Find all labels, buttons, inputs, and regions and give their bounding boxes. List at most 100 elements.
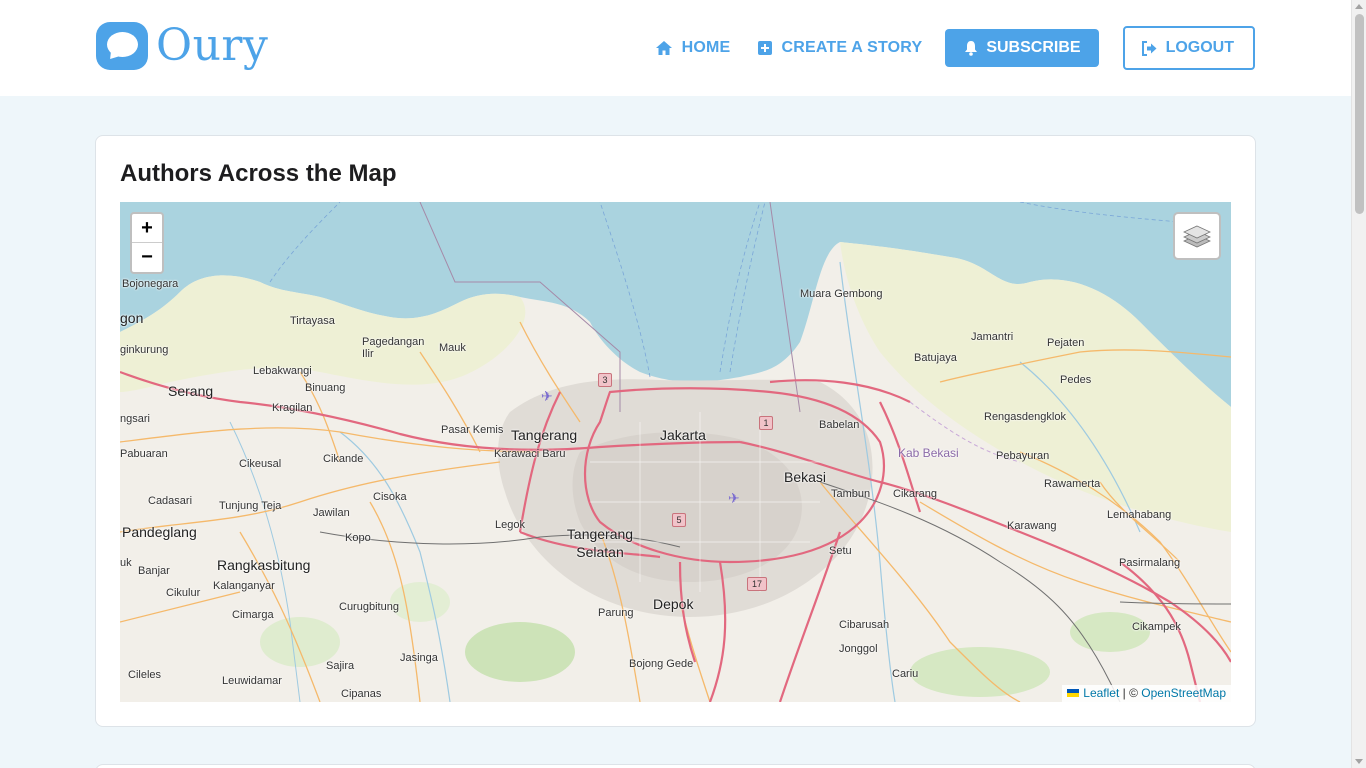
home-icon bbox=[655, 41, 672, 55]
place-label: Cariu bbox=[892, 668, 919, 680]
plus-square-icon bbox=[758, 41, 773, 55]
sign-out-icon bbox=[1141, 40, 1157, 56]
place-label: Karawaci Baru bbox=[494, 448, 566, 460]
place-label: Cipanas bbox=[341, 688, 382, 700]
place-label: Sajira bbox=[326, 660, 355, 672]
logout-button[interactable]: LOGOUT bbox=[1122, 26, 1255, 70]
subscribe-button[interactable]: SUBSCRIBE bbox=[945, 29, 1099, 67]
place-label: Leuwidamar bbox=[222, 675, 282, 687]
place-label: Bojonegara bbox=[122, 278, 179, 290]
place-label: Rengasdengklok bbox=[984, 411, 1066, 423]
zoom-control: + − bbox=[130, 212, 164, 274]
layers-control-button[interactable] bbox=[1173, 212, 1221, 260]
place-label: Cadasari bbox=[148, 495, 193, 507]
map-attribution: Leaflet | © OpenStreetMap bbox=[1062, 685, 1231, 702]
subscribe-label: SUBSCRIBE bbox=[986, 39, 1081, 56]
top-navbar: Oury HOME CREATE A STORY SUBSCRIBE LOGOU… bbox=[0, 0, 1351, 96]
place-label: Cimarga bbox=[232, 609, 274, 621]
place-label: Cikeusal bbox=[239, 458, 282, 470]
place-label: Setu bbox=[829, 545, 852, 557]
airport-icon: ✈ bbox=[728, 490, 740, 506]
place-label: Tambun bbox=[831, 488, 871, 500]
place-label: Kopo bbox=[345, 532, 371, 544]
authors-map-card: Authors Across the Map Bojonegara gon gi… bbox=[95, 135, 1256, 727]
place-label: Parung bbox=[598, 607, 634, 619]
brand-name: Oury bbox=[156, 20, 269, 71]
next-section-card bbox=[95, 764, 1256, 768]
scroll-up-arrow-icon[interactable] bbox=[1355, 4, 1363, 9]
nav-home-link[interactable]: HOME bbox=[655, 39, 731, 57]
nav-create-story-link[interactable]: CREATE A STORY bbox=[758, 39, 922, 57]
place-label: Batujaya bbox=[914, 352, 957, 364]
scrollbar-thumb[interactable] bbox=[1355, 14, 1364, 214]
road-shield: 17 bbox=[747, 577, 767, 591]
place-label: Rawamerta bbox=[1044, 478, 1101, 490]
place-label: Cikarang bbox=[893, 488, 938, 500]
layers-icon bbox=[1183, 225, 1211, 248]
authors-map[interactable]: Bojonegara gon ginkurung Serang ngsari P… bbox=[120, 202, 1231, 702]
place-label: Mauk bbox=[439, 342, 466, 354]
map-tiles bbox=[120, 202, 1231, 702]
place-label: Cisoka bbox=[373, 491, 407, 503]
zoom-in-button[interactable]: + bbox=[132, 214, 162, 243]
place-label: Depok bbox=[653, 596, 694, 612]
openstreetmap-link[interactable]: OpenStreetMap bbox=[1141, 686, 1226, 700]
page-scrollbar[interactable] bbox=[1351, 0, 1366, 768]
place-label: Legok bbox=[495, 519, 525, 531]
place-label: ngsari bbox=[120, 413, 150, 425]
airport-icon: ✈ bbox=[541, 388, 553, 404]
road-shield: 3 bbox=[598, 373, 612, 387]
leaflet-link[interactable]: Leaflet bbox=[1083, 686, 1119, 700]
place-label: Pabuaran bbox=[120, 448, 168, 460]
place-label: Jakarta bbox=[660, 427, 706, 443]
place-label: Pandeglang bbox=[122, 524, 197, 540]
place-label: Tunjung Teja bbox=[219, 500, 282, 512]
nav-create-story-label: CREATE A STORY bbox=[781, 39, 923, 56]
place-label: Serang bbox=[168, 383, 214, 399]
place-label: Jonggol bbox=[839, 643, 878, 655]
place-label: Pagedangan Ilir bbox=[362, 336, 425, 360]
place-label: Pedes bbox=[1060, 374, 1092, 386]
place-label: Rangkasbitung bbox=[217, 557, 311, 573]
main-nav: HOME CREATE A STORY SUBSCRIBE LOGOUT bbox=[655, 26, 1255, 70]
place-label: Jawilan bbox=[313, 507, 350, 519]
place-label: Cikande bbox=[323, 453, 364, 465]
place-label: Jasinga bbox=[400, 652, 438, 664]
map-card-title: Authors Across the Map bbox=[120, 160, 397, 187]
place-label: Binuang bbox=[305, 382, 346, 394]
place-label: Muara Gembong bbox=[800, 288, 883, 300]
zoom-out-button[interactable]: − bbox=[132, 243, 162, 272]
place-label: Lebakwangi bbox=[253, 365, 312, 377]
place-label: Pebayuran bbox=[996, 450, 1050, 462]
place-label: Cikampek bbox=[1132, 621, 1181, 633]
nav-home-label: HOME bbox=[681, 39, 731, 56]
place-label: Cikulur bbox=[166, 587, 201, 599]
place-label: Tangerang bbox=[511, 427, 578, 443]
chat-bubble-logo-icon bbox=[96, 22, 148, 70]
place-label: Kalanganyar bbox=[213, 580, 275, 592]
place-label: Cibarusah bbox=[839, 619, 890, 631]
place-label: Curugbitung bbox=[339, 601, 399, 613]
place-label: uk bbox=[120, 557, 132, 569]
ukraine-flag-icon bbox=[1067, 689, 1080, 697]
place-label: Tangerang Selatan bbox=[566, 526, 634, 560]
place-label: gon bbox=[120, 310, 144, 326]
brand-logo[interactable]: Oury bbox=[96, 22, 268, 70]
place-label: Jamantri bbox=[971, 331, 1014, 343]
attribution-separator: | © bbox=[1119, 686, 1142, 700]
place-label: Karawang bbox=[1007, 520, 1057, 532]
place-label: Pejaten bbox=[1047, 337, 1085, 349]
scroll-down-arrow-icon[interactable] bbox=[1355, 759, 1363, 764]
road-shield: 1 bbox=[759, 416, 773, 430]
place-label: Pasar Kemis bbox=[441, 424, 504, 436]
place-label: Kab Bekasi bbox=[898, 446, 959, 460]
place-label: Pasirmalang bbox=[1119, 557, 1181, 569]
place-label: Banjar bbox=[138, 565, 170, 577]
place-label: Bekasi bbox=[784, 469, 827, 485]
logout-label: LOGOUT bbox=[1165, 39, 1234, 56]
place-label: Babelan bbox=[819, 419, 860, 431]
place-label: ginkurung bbox=[120, 344, 169, 356]
road-shield: 5 bbox=[672, 513, 686, 527]
place-label: Tirtayasa bbox=[290, 315, 335, 327]
place-label: Kragilan bbox=[272, 402, 313, 414]
